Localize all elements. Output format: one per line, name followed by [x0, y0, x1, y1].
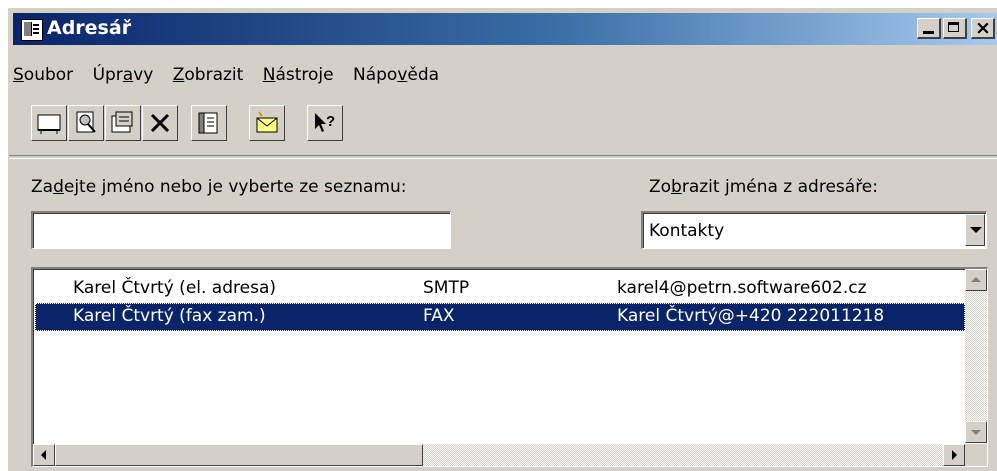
scroll-left-button[interactable]: [33, 444, 55, 466]
contact-name: Karel Čtvrtý (el. adresa): [73, 278, 276, 298]
maximize-button[interactable]: [943, 18, 967, 39]
chevron-down-icon[interactable]: [965, 214, 985, 246]
menu-bar: Soubor Úpravy Zobrazit Nástroje Nápověda: [13, 65, 451, 93]
minimize-button[interactable]: [917, 18, 941, 39]
menu-label: oubor: [23, 65, 74, 85]
list-item[interactable]: Karel Čtvrtý (el. adresa) SMTP karel4@pe…: [35, 275, 965, 303]
search-label: Zadejte jméno nebo je vyberte ze seznamu…: [31, 177, 407, 197]
menu-accelerator: N: [262, 65, 276, 85]
title-bar[interactable]: Adresář ×: [13, 13, 997, 45]
whats-this-help-icon: ?: [315, 113, 335, 132]
properties-find-icon: [76, 111, 96, 133]
address-book-select[interactable]: Kontakty: [641, 211, 987, 249]
contact-address: Karel Čtvrtý@+420 222011218: [617, 306, 885, 326]
menu-label: vy: [133, 65, 154, 85]
label-text: razit jména z adresáře:: [681, 177, 878, 197]
menu-zobrazit[interactable]: Zobrazit: [171, 65, 246, 85]
scroll-up-button[interactable]: [965, 269, 987, 291]
delete-button[interactable]: [142, 105, 178, 141]
new-entry-icon: [37, 114, 61, 134]
new-message-icon: [256, 111, 278, 133]
address-book-button[interactable]: [191, 105, 227, 141]
menu-accelerator: a: [122, 65, 134, 85]
close-button[interactable]: ×: [971, 17, 995, 39]
list-item-selected[interactable]: Karel Čtvrtý (fax zam.) FAX Karel Čtvrtý…: [35, 303, 965, 331]
contacts-list[interactable]: Karel Čtvrtý (el. adresa) SMTP karel4@pe…: [31, 267, 988, 467]
properties-button[interactable]: [105, 105, 141, 141]
menu-label: ěda: [407, 65, 440, 85]
window-title: Adresář: [47, 17, 132, 39]
address-type: FAX: [423, 306, 455, 326]
label-accelerator: b: [671, 177, 682, 197]
help-button[interactable]: ?: [307, 105, 343, 141]
horizontal-scrollbar[interactable]: [33, 444, 965, 466]
label-text: ejte jméno nebo je vyberte ze seznamu:: [63, 177, 407, 197]
name-search-input[interactable]: [31, 211, 451, 249]
find-people-button[interactable]: [68, 105, 104, 141]
menu-upravy[interactable]: Úpravy: [91, 65, 156, 85]
source-label: Zobrazit jména z adresáře:: [649, 177, 878, 197]
scrollbar-corner: [965, 444, 987, 466]
menu-label: Úpr: [92, 65, 123, 85]
question-mark-glyph: ?: [326, 113, 335, 130]
label-text: Za: [31, 177, 54, 197]
properties-icon: [111, 111, 133, 133]
address-type: SMTP: [423, 278, 470, 298]
menu-accelerator: v: [397, 65, 408, 85]
scroll-down-button[interactable]: [965, 421, 987, 443]
delete-icon: [150, 113, 170, 133]
toolbar-separator: [9, 155, 997, 159]
selected-source: Kontakty: [649, 221, 725, 241]
address-book-icon: [198, 112, 218, 134]
contact-name: Karel Čtvrtý (fax zam.): [73, 306, 266, 326]
scroll-right-button[interactable]: [943, 444, 965, 466]
new-contact-button[interactable]: [31, 105, 67, 141]
menu-accelerator: Z: [172, 65, 185, 85]
address-book-icon: [21, 19, 43, 41]
vertical-scrollbar[interactable]: [965, 269, 987, 443]
menu-accelerator: S: [13, 65, 24, 85]
menu-napoveda[interactable]: Nápověda: [351, 65, 441, 85]
label-text: Zo: [649, 177, 672, 197]
contact-address: karel4@petrn.software602.cz: [617, 278, 867, 298]
menu-label: obrazit: [184, 65, 244, 85]
menu-label: Nápo: [353, 65, 398, 85]
horizontal-scroll-thumb[interactable]: [55, 444, 423, 466]
address-book-window: Adresář × Soubor Úpravy Zobrazit Nástroj…: [8, 8, 997, 471]
close-icon: ×: [975, 17, 991, 39]
label-accelerator: d: [53, 177, 64, 197]
menu-label: ástroje: [275, 65, 334, 85]
menu-nastroje[interactable]: Nástroje: [261, 65, 336, 85]
menu-soubor[interactable]: Soubor: [13, 65, 75, 85]
new-message-button[interactable]: [249, 105, 285, 141]
